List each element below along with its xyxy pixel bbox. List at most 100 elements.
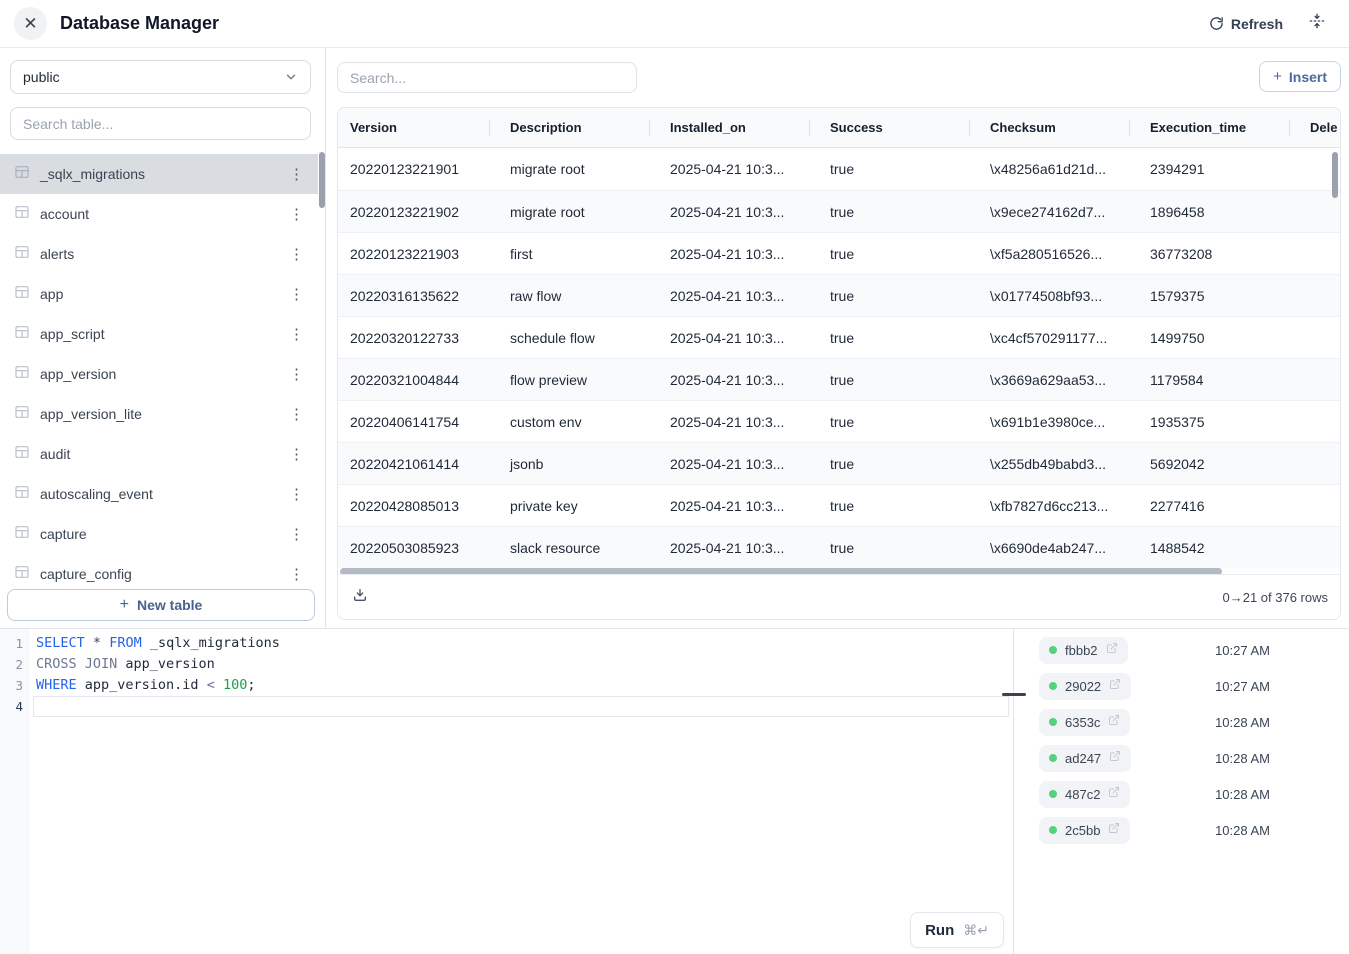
cell-description[interactable]: first [498, 233, 658, 274]
run-link[interactable]: 487c2 [1039, 781, 1130, 808]
sidebar-item-capture-config[interactable]: capture_config ⋮ [0, 554, 318, 594]
cell-execution-time[interactable]: 1935375 [1138, 401, 1298, 442]
cell-deleted[interactable] [1298, 401, 1341, 442]
cell-installed-on[interactable]: 2025-04-21 10:3... [658, 191, 818, 232]
cell-version[interactable]: 20220316135622 [338, 275, 498, 316]
cell-version[interactable]: 20220320122733 [338, 317, 498, 358]
kebab-menu-icon[interactable]: ⋮ [285, 245, 308, 264]
cell-deleted[interactable] [1298, 527, 1341, 568]
cell-execution-time[interactable]: 1499750 [1138, 317, 1298, 358]
insert-button[interactable]: + Insert [1259, 61, 1341, 92]
cell-execution-time[interactable]: 2394291 [1138, 148, 1298, 190]
cell-description[interactable]: schedule flow [498, 317, 658, 358]
new-table-button[interactable]: + New table [7, 589, 315, 621]
kebab-menu-icon[interactable]: ⋮ [285, 445, 308, 464]
sidebar-item-app-version-lite[interactable]: app_version_lite ⋮ [0, 394, 318, 434]
cell-checksum[interactable]: \x255db49babd3... [978, 443, 1138, 484]
cell-checksum[interactable]: \x6690de4ab247... [978, 527, 1138, 568]
cell-version[interactable]: 20220428085013 [338, 485, 498, 526]
cell-version[interactable]: 20220123221903 [338, 233, 498, 274]
cell-checksum[interactable]: \xfb7827d6cc213... [978, 485, 1138, 526]
kebab-menu-icon[interactable]: ⋮ [285, 525, 308, 544]
cell-success[interactable]: true [818, 148, 978, 190]
cell-version[interactable]: 20220503085923 [338, 527, 498, 568]
cell-success[interactable]: true [818, 317, 978, 358]
table-row[interactable]: 20220123221903 first 2025-04-21 10:3... … [338, 232, 1341, 274]
cell-description[interactable]: jsonb [498, 443, 658, 484]
table-row[interactable]: 20220421061414 jsonb 2025-04-21 10:3... … [338, 442, 1341, 484]
table-row[interactable]: 20220320122733 schedule flow 2025-04-21 … [338, 316, 1341, 358]
cell-checksum[interactable]: \x01774508bf93... [978, 275, 1138, 316]
cell-version[interactable]: 20220123221902 [338, 191, 498, 232]
cell-deleted[interactable] [1298, 443, 1341, 484]
cell-success[interactable]: true [818, 233, 978, 274]
external-link-icon[interactable] [1109, 749, 1121, 767]
cell-checksum[interactable]: \x48256a61d21d... [978, 148, 1138, 190]
cell-installed-on[interactable]: 2025-04-21 10:3... [658, 317, 818, 358]
sidebar-item-capture[interactable]: capture ⋮ [0, 514, 318, 554]
cell-deleted[interactable] [1298, 233, 1341, 274]
cell-deleted[interactable] [1298, 317, 1341, 358]
cell-version[interactable]: 20220123221901 [338, 148, 498, 190]
table-row[interactable]: 20220428085013 private key 2025-04-21 10… [338, 484, 1341, 526]
cell-checksum[interactable]: \x3669a629aa53... [978, 359, 1138, 400]
cell-description[interactable]: raw flow [498, 275, 658, 316]
sidebar-item-app-script[interactable]: app_script ⋮ [0, 314, 318, 354]
cell-description[interactable]: migrate root [498, 148, 658, 190]
sql-editor[interactable]: 1 2 3 4 SELECT * FROM _sqlx_migrations C… [0, 629, 1014, 954]
cell-execution-time[interactable]: 1179584 [1138, 359, 1298, 400]
code-area[interactable]: SELECT * FROM _sqlx_migrations CROSS JOI… [30, 633, 1013, 717]
panel-resize-handle[interactable] [1002, 693, 1026, 696]
table-row[interactable]: 20220406141754 custom env 2025-04-21 10:… [338, 400, 1341, 442]
cell-deleted[interactable] [1298, 485, 1341, 526]
kebab-menu-icon[interactable]: ⋮ [285, 565, 308, 584]
cell-execution-time[interactable]: 1896458 [1138, 191, 1298, 232]
download-button[interactable] [350, 585, 370, 610]
cell-description[interactable]: flow preview [498, 359, 658, 400]
cell-installed-on[interactable]: 2025-04-21 10:3... [658, 148, 818, 190]
kebab-menu-icon[interactable]: ⋮ [285, 405, 308, 424]
collapse-button[interactable] [1309, 13, 1325, 34]
cell-installed-on[interactable]: 2025-04-21 10:3... [658, 443, 818, 484]
vertical-scrollbar[interactable] [1332, 152, 1338, 198]
table-row[interactable]: 20220123221902 migrate root 2025-04-21 1… [338, 190, 1341, 232]
cell-success[interactable]: true [818, 485, 978, 526]
external-link-icon[interactable] [1108, 713, 1120, 731]
cell-execution-time[interactable]: 1488542 [1138, 527, 1298, 568]
run-link[interactable]: ad247 [1039, 745, 1131, 772]
sidebar-item-alerts[interactable]: alerts ⋮ [0, 234, 318, 274]
table-row[interactable]: 20220123221901 migrate root 2025-04-21 1… [338, 148, 1341, 190]
cell-execution-time[interactable]: 2277416 [1138, 485, 1298, 526]
cell-success[interactable]: true [818, 275, 978, 316]
cell-success[interactable]: true [818, 191, 978, 232]
cell-checksum[interactable]: \x691b1e3980ce... [978, 401, 1138, 442]
cell-installed-on[interactable]: 2025-04-21 10:3... [658, 275, 818, 316]
external-link-icon[interactable] [1109, 677, 1121, 695]
cell-description[interactable]: slack resource [498, 527, 658, 568]
close-button[interactable]: ✕ [14, 7, 47, 40]
cell-installed-on[interactable]: 2025-04-21 10:3... [658, 233, 818, 274]
cell-success[interactable]: true [818, 527, 978, 568]
code-line-3[interactable]: WHERE app_version.id < 100; [30, 675, 1013, 696]
table-row[interactable]: 20220503085923 slack resource 2025-04-21… [338, 526, 1341, 568]
sidebar-item-app[interactable]: app ⋮ [0, 274, 318, 314]
cell-success[interactable]: true [818, 401, 978, 442]
cell-installed-on[interactable]: 2025-04-21 10:3... [658, 359, 818, 400]
sidebar-scrollbar[interactable] [319, 152, 325, 208]
code-line-4[interactable] [30, 696, 1013, 717]
external-link-icon[interactable] [1108, 821, 1120, 839]
cell-installed-on[interactable]: 2025-04-21 10:3... [658, 527, 818, 568]
cell-version[interactable]: 20220421061414 [338, 443, 498, 484]
cell-checksum[interactable]: \xf5a280516526... [978, 233, 1138, 274]
code-line-2[interactable]: CROSS JOIN app_version [30, 654, 1013, 675]
run-link[interactable]: 29022 [1039, 673, 1131, 700]
external-link-icon[interactable] [1106, 641, 1118, 659]
cell-execution-time[interactable]: 1579375 [1138, 275, 1298, 316]
code-line-1[interactable]: SELECT * FROM _sqlx_migrations [30, 633, 1013, 654]
cell-checksum[interactable]: \x9ece274162d7... [978, 191, 1138, 232]
table-search-input[interactable] [10, 107, 311, 140]
cell-installed-on[interactable]: 2025-04-21 10:3... [658, 401, 818, 442]
schema-select[interactable]: public [10, 60, 311, 94]
table-row[interactable]: 20220316135622 raw flow 2025-04-21 10:3.… [338, 274, 1341, 316]
cell-deleted[interactable] [1298, 359, 1341, 400]
